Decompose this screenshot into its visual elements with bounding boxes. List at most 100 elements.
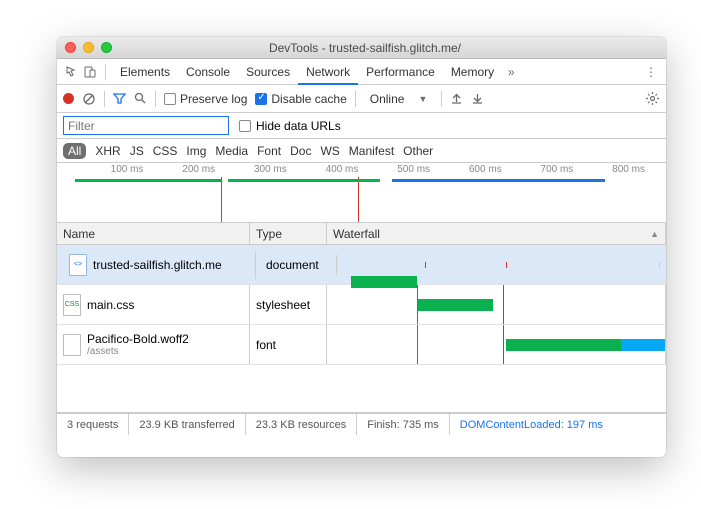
filter-type-img[interactable]: Img	[186, 144, 206, 158]
download-icon[interactable]	[471, 92, 484, 105]
waterfall-cell	[327, 325, 666, 364]
file-icon: <>	[69, 254, 87, 276]
waterfall-marker	[417, 325, 418, 364]
disable-cache-label: Disable cache	[271, 92, 346, 106]
waterfall-bar	[418, 299, 492, 311]
window-title: DevTools - trusted-sailfish.glitch.me/	[72, 41, 658, 55]
overview-bar	[392, 179, 605, 182]
tick-label: 300 ms	[254, 164, 287, 175]
tab-sources[interactable]: Sources	[238, 59, 298, 85]
tab-console[interactable]: Console	[178, 59, 238, 85]
request-name: Pacifico-Bold.woff2	[87, 332, 189, 346]
table-header: Name Type Waterfall▲	[57, 223, 666, 245]
waterfall-marker	[506, 262, 507, 268]
status-dcl: DOMContentLoaded: 197 ms	[450, 414, 613, 435]
kebab-menu-icon[interactable]: ⋮	[642, 63, 660, 81]
status-transferred: 23.9 KB transferred	[129, 414, 245, 435]
tick-label: 200 ms	[182, 164, 215, 175]
tick-label: 100 ms	[111, 164, 144, 175]
separator	[104, 91, 105, 107]
tab-memory[interactable]: Memory	[443, 59, 502, 85]
waterfall-cell	[327, 285, 666, 324]
tab-performance[interactable]: Performance	[358, 59, 443, 85]
timeline-overview[interactable]: 100 ms 200 ms 300 ms 400 ms 500 ms 600 ms 700 …	[57, 163, 666, 223]
network-toolbar: Preserve log Disable cache Online ▼	[57, 85, 666, 113]
tab-network[interactable]: Network	[298, 59, 358, 85]
waterfall-marker	[425, 262, 426, 268]
upload-icon[interactable]	[450, 92, 463, 105]
waterfall-cell	[341, 262, 660, 268]
search-icon[interactable]	[134, 92, 147, 105]
sort-asc-icon: ▲	[650, 229, 659, 239]
tick-label: 500 ms	[397, 164, 430, 175]
throttle-select[interactable]: Online ▼	[364, 90, 434, 108]
panel-tabs: ElementsConsoleSourcesNetworkPerformance…	[57, 59, 666, 85]
filter-type-font[interactable]: Font	[257, 144, 281, 158]
status-requests: 3 requests	[57, 414, 129, 435]
overview-bar	[228, 179, 380, 182]
timeline-track	[57, 179, 666, 187]
tick-label: 700 ms	[541, 164, 574, 175]
filter-row: Hide data URLs	[57, 113, 666, 139]
filter-type-ws[interactable]: WS	[320, 144, 339, 158]
record-button[interactable]	[63, 93, 74, 104]
request-rows: <> trusted-sailfish.glitch.me document C…	[57, 245, 666, 365]
filter-type-xhr[interactable]: XHR	[95, 144, 120, 158]
file-icon	[63, 334, 81, 356]
settings-icon[interactable]	[645, 91, 660, 106]
file-icon: CSS	[63, 294, 81, 316]
throttle-value: Online	[370, 92, 405, 106]
filter-type-js[interactable]: JS	[130, 144, 144, 158]
devtools-window: DevTools - trusted-sailfish.glitch.me/ E…	[57, 37, 666, 457]
empty-area	[57, 365, 666, 413]
waterfall-bar-tail	[621, 339, 665, 351]
device-icon[interactable]	[81, 63, 99, 81]
col-name[interactable]: Name	[57, 223, 250, 244]
filter-type-all[interactable]: All	[63, 143, 86, 159]
separator	[355, 91, 356, 107]
status-bar: 3 requests 23.9 KB transferred 23.3 KB r…	[57, 413, 666, 435]
tick-label: 800 ms	[612, 164, 645, 175]
request-path: /assets	[87, 346, 189, 357]
request-type: stylesheet	[250, 285, 327, 324]
tick-label: 400 ms	[326, 164, 359, 175]
col-type[interactable]: Type	[250, 223, 327, 244]
chevron-down-icon: ▼	[418, 94, 427, 104]
filter-type-other[interactable]: Other	[403, 144, 433, 158]
filter-type-media[interactable]: Media	[215, 144, 248, 158]
filter-input[interactable]	[63, 116, 229, 135]
status-finish: Finish: 735 ms	[357, 414, 450, 435]
tab-elements[interactable]: Elements	[112, 59, 178, 85]
waterfall-marker	[503, 285, 504, 324]
separator	[441, 91, 442, 107]
request-type: document	[260, 255, 337, 275]
preserve-log-checkbox[interactable]: Preserve log	[164, 92, 247, 106]
filter-type-manifest[interactable]: Manifest	[349, 144, 394, 158]
more-tabs-icon[interactable]: »	[502, 63, 520, 81]
titlebar: DevTools - trusted-sailfish.glitch.me/	[57, 37, 666, 59]
hide-data-urls-checkbox[interactable]: Hide data URLs	[239, 119, 341, 133]
filter-type-doc[interactable]: Doc	[290, 144, 311, 158]
request-type: font	[250, 325, 327, 364]
col-waterfall[interactable]: Waterfall▲	[327, 223, 666, 244]
table-row[interactable]: Pacifico-Bold.woff2/assets font	[57, 325, 666, 365]
separator	[105, 64, 106, 80]
inspect-icon[interactable]	[63, 63, 81, 81]
filter-type-row: All XHR JS CSS Img Media Font Doc WS Manifest Othe…	[57, 139, 666, 163]
tick-label: 600 ms	[469, 164, 502, 175]
overview-bar	[75, 179, 221, 182]
request-name: main.css	[87, 298, 134, 312]
hide-data-urls-label: Hide data URLs	[256, 119, 341, 133]
waterfall-marker	[503, 325, 504, 364]
table-row[interactable]: <> trusted-sailfish.glitch.me document	[57, 245, 666, 285]
preserve-log-label: Preserve log	[180, 92, 247, 106]
separator	[155, 91, 156, 107]
request-name: trusted-sailfish.glitch.me	[93, 258, 222, 272]
timeline-ticks: 100 ms 200 ms 300 ms 400 ms 500 ms 600 ms 700 …	[57, 163, 666, 177]
status-resources: 23.3 KB resources	[246, 414, 358, 435]
table-row[interactable]: CSS main.css stylesheet	[57, 285, 666, 325]
filter-icon[interactable]	[113, 92, 126, 105]
filter-type-css[interactable]: CSS	[153, 144, 178, 158]
disable-cache-checkbox[interactable]: Disable cache	[255, 92, 346, 106]
clear-icon[interactable]	[82, 92, 96, 106]
